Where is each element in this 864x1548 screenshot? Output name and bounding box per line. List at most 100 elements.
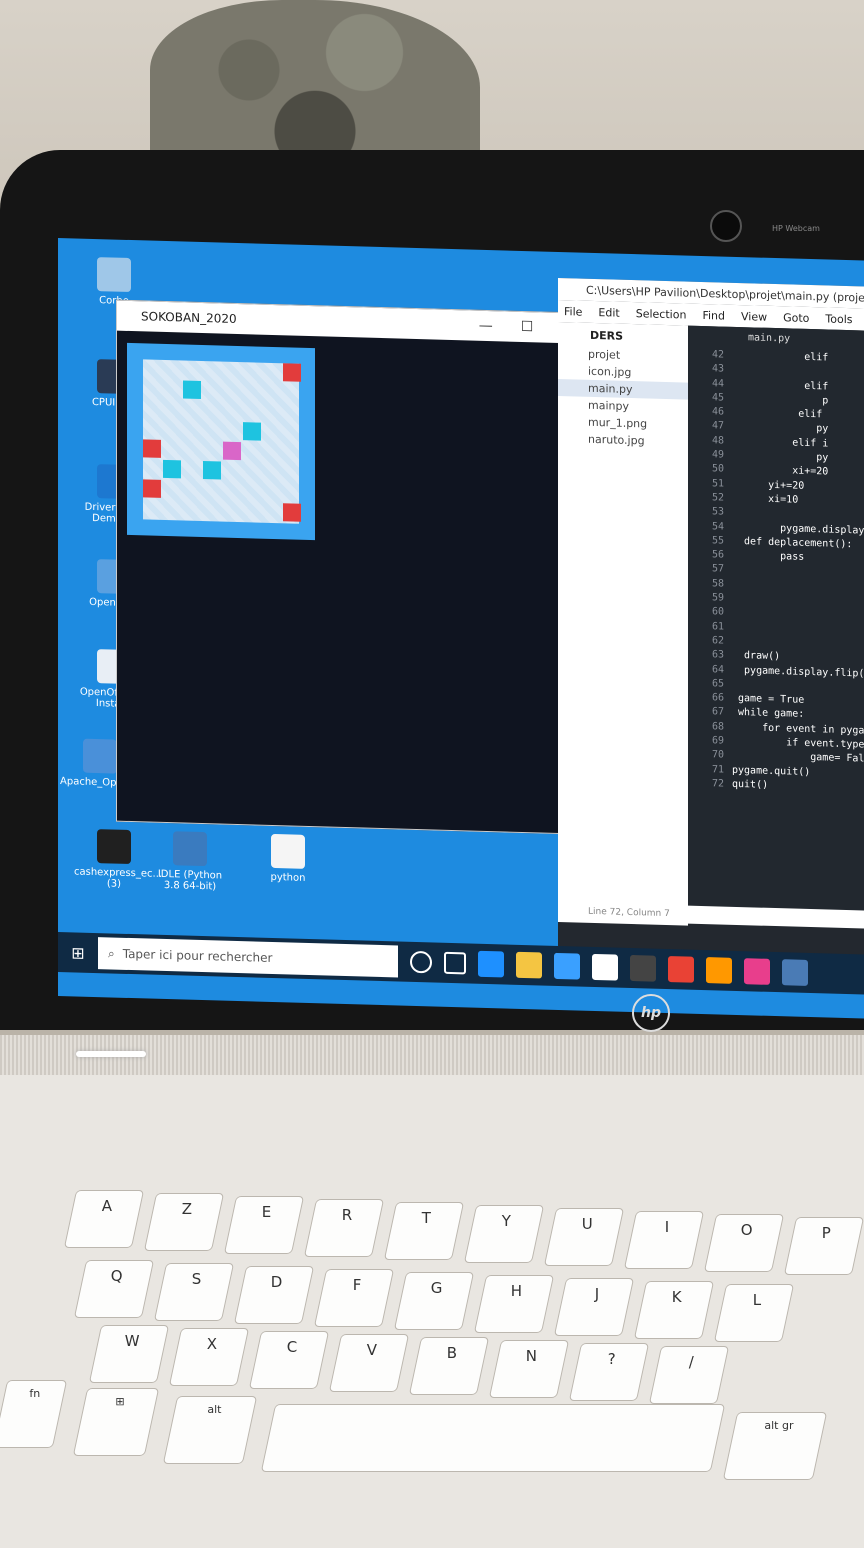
key-h[interactable]: H [473,1275,555,1333]
key-c[interactable]: C [248,1331,330,1389]
line-number: 45 [711,392,724,404]
line-number: 65 [711,678,724,690]
key-?[interactable]: ? [568,1343,650,1401]
key-space[interactable] [260,1404,726,1472]
sokoban-wall [143,439,161,458]
menu-item-view[interactable]: View [741,310,767,324]
folders-sidebar: DERS projet icon.jpg main.py mainpy mur_1.pn… [558,321,688,926]
key-e[interactable]: E [223,1196,305,1254]
python-file-icon [271,833,305,869]
cortana-icon[interactable] [410,950,432,974]
maps-icon[interactable] [744,958,770,985]
key-f[interactable]: F [313,1269,395,1327]
key-a[interactable]: A [63,1190,145,1248]
line-number: 44 [711,377,724,390]
menu-item-selection[interactable]: Selection [636,307,687,321]
key-y[interactable]: Y [463,1205,545,1263]
desktop-icon-python-file[interactable]: python [248,833,328,884]
menu-item-goto[interactable]: Goto [783,311,809,325]
task-view-icon[interactable] [444,951,466,975]
desktop-icon-cashexpress[interactable]: cashexpress_ec... (3) [74,828,162,890]
key-r[interactable]: R [303,1199,385,1257]
key-q[interactable]: Q [73,1260,155,1318]
sokoban-wall [143,479,161,498]
key-x[interactable]: X [168,1328,250,1386]
key-label: fn [28,1387,40,1400]
key-label: C [286,1338,297,1356]
line-number: 42 [711,349,724,361]
file-item[interactable]: naruto.jpg [558,430,688,451]
sokoban-titlebar[interactable]: SOKOBAN_2020 — ☐ ✕ [117,300,587,344]
key-l[interactable]: L [713,1284,795,1342]
search-box[interactable]: ⌕ Taper ici pour rechercher [98,937,398,978]
key-n[interactable]: N [488,1340,570,1398]
menu-item-find[interactable]: Find [702,309,725,323]
sokoban-board [127,342,315,541]
key-label: / [689,1353,695,1371]
sokoban-title: SOKOBAN_2020 [141,309,237,326]
key-b[interactable]: B [408,1337,490,1395]
sokoban-window[interactable]: SOKOBAN_2020 — ☐ ✕ [116,299,588,835]
line-number: 55 [711,535,724,547]
key-label: O [740,1221,753,1239]
line-number: 71 [711,763,724,776]
key-label: F [352,1276,362,1294]
key-w[interactable]: W [88,1325,170,1383]
key-i[interactable]: I [623,1211,705,1269]
key-v[interactable]: V [328,1334,410,1392]
line-number: 64 [711,663,724,676]
menu-item-tools[interactable]: Tools [825,312,852,326]
webcam-icon [710,210,742,242]
chrome-icon[interactable] [668,956,694,983]
key-k[interactable]: K [633,1281,715,1339]
line-number: 67 [711,706,724,719]
key-altgr[interactable]: alt gr [722,1412,828,1480]
key-label: B [446,1344,457,1362]
key-label: K [671,1288,682,1306]
maximize-icon[interactable]: ☐ [521,319,534,335]
windows-key-icon[interactable]: ⊞ [72,1388,160,1456]
key-d[interactable]: D [233,1266,315,1324]
media-icon[interactable] [630,954,656,982]
sokoban-player [223,441,241,461]
edge-icon[interactable] [478,950,504,978]
key-label: W [124,1332,140,1350]
hp-logo: hp [632,994,670,1032]
code-content[interactable]: elif elif p elif py elif i py xi+=20 yi+… [732,349,864,796]
key-fn[interactable]: fn [0,1380,68,1448]
menu-item-file[interactable]: File [564,305,582,319]
cashexpress-icon [97,829,131,865]
sokoban-wall [283,363,301,382]
key-u[interactable]: U [543,1208,625,1266]
key-alt[interactable]: alt [162,1396,258,1464]
sublime-window[interactable]: C:\Users\HP Pavilion\Desktop\projet\main… [558,277,864,987]
key-j[interactable]: J [553,1278,635,1336]
sublime-taskbar-icon[interactable] [706,957,732,984]
key-p[interactable]: P [783,1217,864,1275]
line-number: 68 [711,720,724,733]
file-explorer-icon[interactable] [516,951,542,979]
line-number: 62 [711,635,724,647]
line-number: 54 [711,520,724,533]
key-g[interactable]: G [393,1272,475,1330]
key-label: U [581,1215,593,1233]
key-t[interactable]: T [383,1202,465,1260]
line-number: 48 [711,435,724,447]
desktop-icon-idle-python[interactable]: IDLE (Python 3.8 64-bit) [150,831,230,893]
key-z[interactable]: Z [143,1193,225,1251]
key-s[interactable]: S [153,1263,235,1321]
minimize-icon[interactable]: — [479,318,493,334]
line-number: 66 [711,692,724,704]
key-label: S [191,1270,202,1288]
mail-icon[interactable] [592,953,618,981]
line-number: 46 [711,406,724,418]
start-button[interactable]: ⊞ [58,932,98,973]
key-/[interactable]: / [648,1346,730,1404]
store-icon[interactable] [554,952,580,980]
line-number: 50 [711,463,724,475]
line-number: 58 [711,578,724,590]
code-editor[interactable]: main.py 42 43 44 45 46 47 48 49 50 51 52 53 54 55 56 57… [688,325,864,911]
menu-item-edit[interactable]: Edit [598,306,619,320]
key-o[interactable]: O [703,1214,785,1272]
python-taskbar-icon[interactable] [782,959,808,986]
